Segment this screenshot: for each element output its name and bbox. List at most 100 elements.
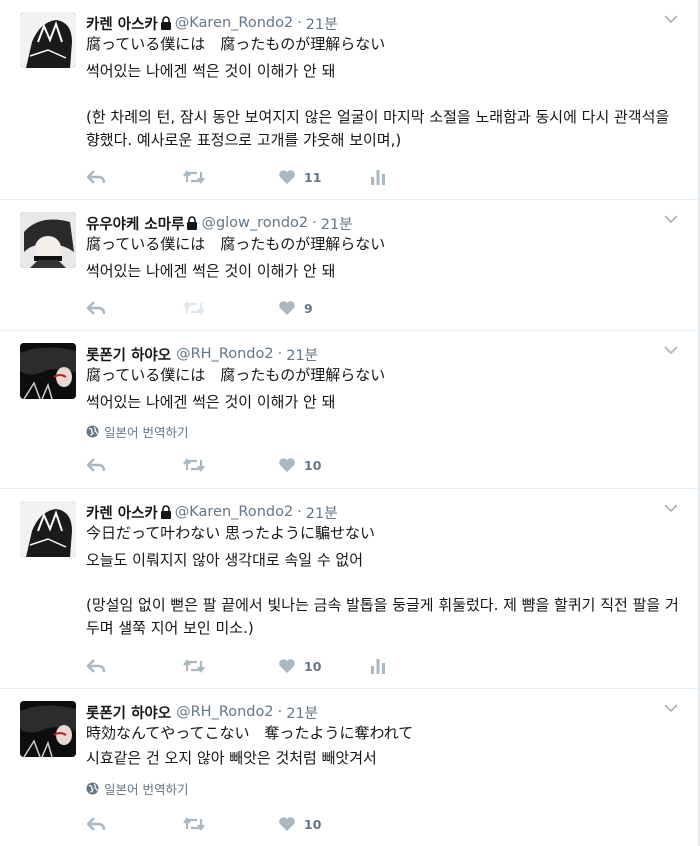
handle[interactable]: @Karen_Rondo2 — [175, 504, 293, 520]
tweet[interactable]: 카렌 아스카 @Karen_Rondo2 · 21분 腐っている僕には 腐ったも… — [0, 0, 698, 200]
retweet-icon — [183, 170, 205, 184]
globe-icon — [86, 425, 99, 437]
chevron-down-icon[interactable] — [664, 703, 678, 713]
like-count: 11 — [304, 169, 322, 185]
separator: · — [277, 704, 283, 720]
analytics-button[interactable] — [370, 655, 386, 677]
separator: · — [297, 15, 302, 31]
retweet-button[interactable] — [182, 655, 206, 677]
retweet-icon — [183, 659, 205, 673]
retweet-icon — [183, 817, 205, 831]
fullname[interactable]: 유우야케 소마루 — [86, 213, 184, 234]
tweet-header: 롯폰기 하야오 @RH_Rondo2 · 21분 — [86, 343, 318, 365]
retweet-button[interactable] — [182, 813, 206, 835]
retweet-icon — [183, 301, 205, 315]
separator: · — [297, 504, 302, 520]
tweet-text-ja: 時効なんてやってこない 奪ったように奪われて — [86, 724, 414, 742]
avatar[interactable] — [20, 501, 76, 557]
like-button[interactable]: 10 — [278, 454, 321, 476]
handle[interactable]: @glow_rondo2 — [201, 215, 308, 231]
globe-icon — [86, 782, 99, 794]
reply-button[interactable] — [86, 297, 106, 319]
analytics-icon — [371, 659, 385, 674]
handle[interactable]: @RH_Rondo2 — [176, 704, 274, 720]
analytics-icon — [371, 170, 385, 185]
chevron-down-icon[interactable] — [664, 214, 678, 224]
tweet-text-ko: 썩어있는 나에겐 썩은 것이 이해가 안 돼 — [86, 62, 336, 80]
tweet-actions: 11 — [86, 166, 406, 188]
like-button[interactable]: 11 — [278, 166, 321, 188]
chevron-down-icon[interactable] — [664, 503, 678, 513]
handle[interactable]: @RH_Rondo2 — [176, 346, 274, 362]
retweet-button[interactable] — [182, 454, 206, 476]
tweet-header: 카렌 아스카 @Karen_Rondo2 · 21분 — [86, 12, 338, 34]
separator: · — [277, 346, 283, 362]
retweet-button[interactable] — [182, 297, 206, 319]
like-count: 9 — [304, 300, 313, 316]
reply-icon — [86, 659, 106, 673]
like-button[interactable]: 9 — [278, 297, 313, 319]
translate-label[interactable]: 일본어 번역하기 — [104, 779, 188, 798]
lock-icon — [160, 16, 171, 30]
translate-link[interactable]: 일본어 번역하기 — [86, 422, 188, 440]
handle[interactable]: @Karen_Rondo2 — [175, 15, 293, 31]
reply-icon — [86, 170, 106, 184]
tweet-text-ko: 썩어있는 나에겐 썩은 것이 이해가 안 돼 — [86, 262, 336, 280]
reply-button[interactable] — [86, 655, 106, 677]
reply-button[interactable] — [86, 454, 106, 476]
avatar[interactable] — [20, 12, 76, 68]
heart-icon — [279, 170, 295, 184]
heart-icon — [279, 659, 295, 673]
tweet[interactable]: 유우야케 소마루 @glow_rondo2 · 21분 腐っている僕には 腐った… — [0, 200, 698, 331]
retweet-icon — [183, 458, 205, 472]
tweet-text-ja: 腐っている僕には 腐ったものが理解らない — [86, 235, 386, 253]
tweet-text-ko: 오늘도 이뤄지지 않아 생각대로 속일 수 없어 — [86, 551, 364, 569]
reply-button[interactable] — [86, 166, 106, 188]
avatar[interactable] — [20, 701, 76, 757]
reply-button[interactable] — [86, 813, 106, 835]
reply-icon — [86, 458, 106, 472]
like-button[interactable]: 10 — [278, 813, 321, 835]
tweet-text-ja: 今日だって叶わない 思ったように騙せない — [86, 524, 376, 542]
tweet-actions: 9 — [86, 297, 406, 319]
timestamp[interactable]: 21분 — [306, 13, 338, 34]
heart-icon — [279, 458, 295, 472]
tweet-narration: (망설임 없이 뻗은 팔 끝에서 빛나는 금속 발톱을 둥글게 휘둘렀다. 제 … — [86, 596, 679, 637]
fullname[interactable]: 카렌 아스카 — [86, 502, 158, 523]
tweet-header: 카렌 아스카 @Karen_Rondo2 · 21분 — [86, 501, 338, 523]
timestamp[interactable]: 21분 — [321, 213, 353, 234]
tweet[interactable]: 롯폰기 하야오 @RH_Rondo2 · 21분 腐っている僕には 腐ったものが… — [0, 331, 698, 489]
tweet-actions: 10 — [86, 655, 406, 677]
avatar[interactable] — [20, 343, 76, 399]
fullname[interactable]: 카렌 아스카 — [86, 13, 158, 34]
tweet-text-ko: 시효같은 건 오지 않아 빼앗은 것처럼 빼앗겨서 — [86, 749, 377, 767]
timestamp[interactable]: 21분 — [286, 344, 318, 365]
tweet-text-ja: 腐っている僕には 腐ったものが理解らない — [86, 35, 386, 53]
retweet-button[interactable] — [182, 166, 206, 188]
avatar[interactable] — [20, 212, 76, 268]
tweet-text-ko: 썩어있는 나에겐 썩은 것이 이해가 안 돼 — [86, 393, 336, 411]
translate-link[interactable]: 일본어 번역하기 — [86, 779, 188, 797]
like-count: 10 — [304, 658, 322, 674]
fullname[interactable]: 롯폰기 하야오 — [86, 702, 171, 723]
tweet[interactable]: 롯폰기 하야오 @RH_Rondo2 · 21분 時効なんてやってこない 奪った… — [0, 689, 698, 846]
heart-icon — [279, 301, 295, 315]
like-count: 10 — [304, 816, 322, 832]
tweet-narration: (한 차례의 턴, 잠시 동안 보여지지 않은 얼굴이 마지막 소절을 노래함과… — [86, 108, 674, 149]
timestamp[interactable]: 21분 — [306, 502, 338, 523]
chevron-down-icon[interactable] — [664, 14, 678, 24]
timestamp[interactable]: 21분 — [286, 702, 318, 723]
tweet-header: 유우야케 소마루 @glow_rondo2 · 21분 — [86, 212, 353, 234]
like-button[interactable]: 10 — [278, 655, 321, 677]
tweet-text-ja: 腐っている僕には 腐ったものが理解らない — [86, 366, 386, 384]
translate-label[interactable]: 일본어 번역하기 — [104, 422, 188, 441]
tweet[interactable]: 카렌 아스카 @Karen_Rondo2 · 21분 今日だって叶わない 思った… — [0, 489, 698, 689]
chevron-down-icon[interactable] — [664, 345, 678, 355]
like-count: 10 — [304, 457, 322, 473]
tweet-actions: 10 — [86, 454, 406, 476]
analytics-button[interactable] — [370, 166, 386, 188]
heart-icon — [279, 817, 295, 831]
reply-icon — [86, 301, 106, 315]
fullname[interactable]: 롯폰기 하야오 — [86, 344, 171, 365]
tweet-actions: 10 — [86, 813, 406, 835]
